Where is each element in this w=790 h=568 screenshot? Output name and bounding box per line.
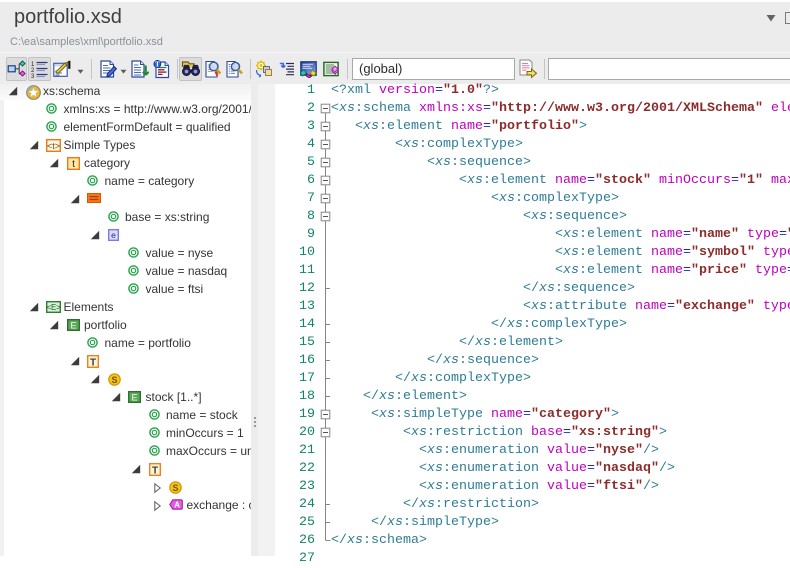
svg-text:T: T (151, 465, 157, 476)
svg-text:3: 3 (31, 74, 35, 78)
svg-text:A: A (174, 501, 180, 510)
svg-text:E: E (70, 320, 76, 330)
svg-text:S: S (111, 375, 117, 385)
svg-text:E: E (131, 392, 137, 402)
svg-text:<E>: <E> (47, 303, 61, 312)
svg-text:S: S (172, 483, 178, 493)
svg-text:T: T (155, 60, 160, 68)
svg-text:<t>: <t> (47, 141, 60, 151)
svg-text:e: e (111, 230, 116, 240)
svg-text:T: T (90, 357, 96, 368)
svg-text:t: t (72, 159, 75, 170)
